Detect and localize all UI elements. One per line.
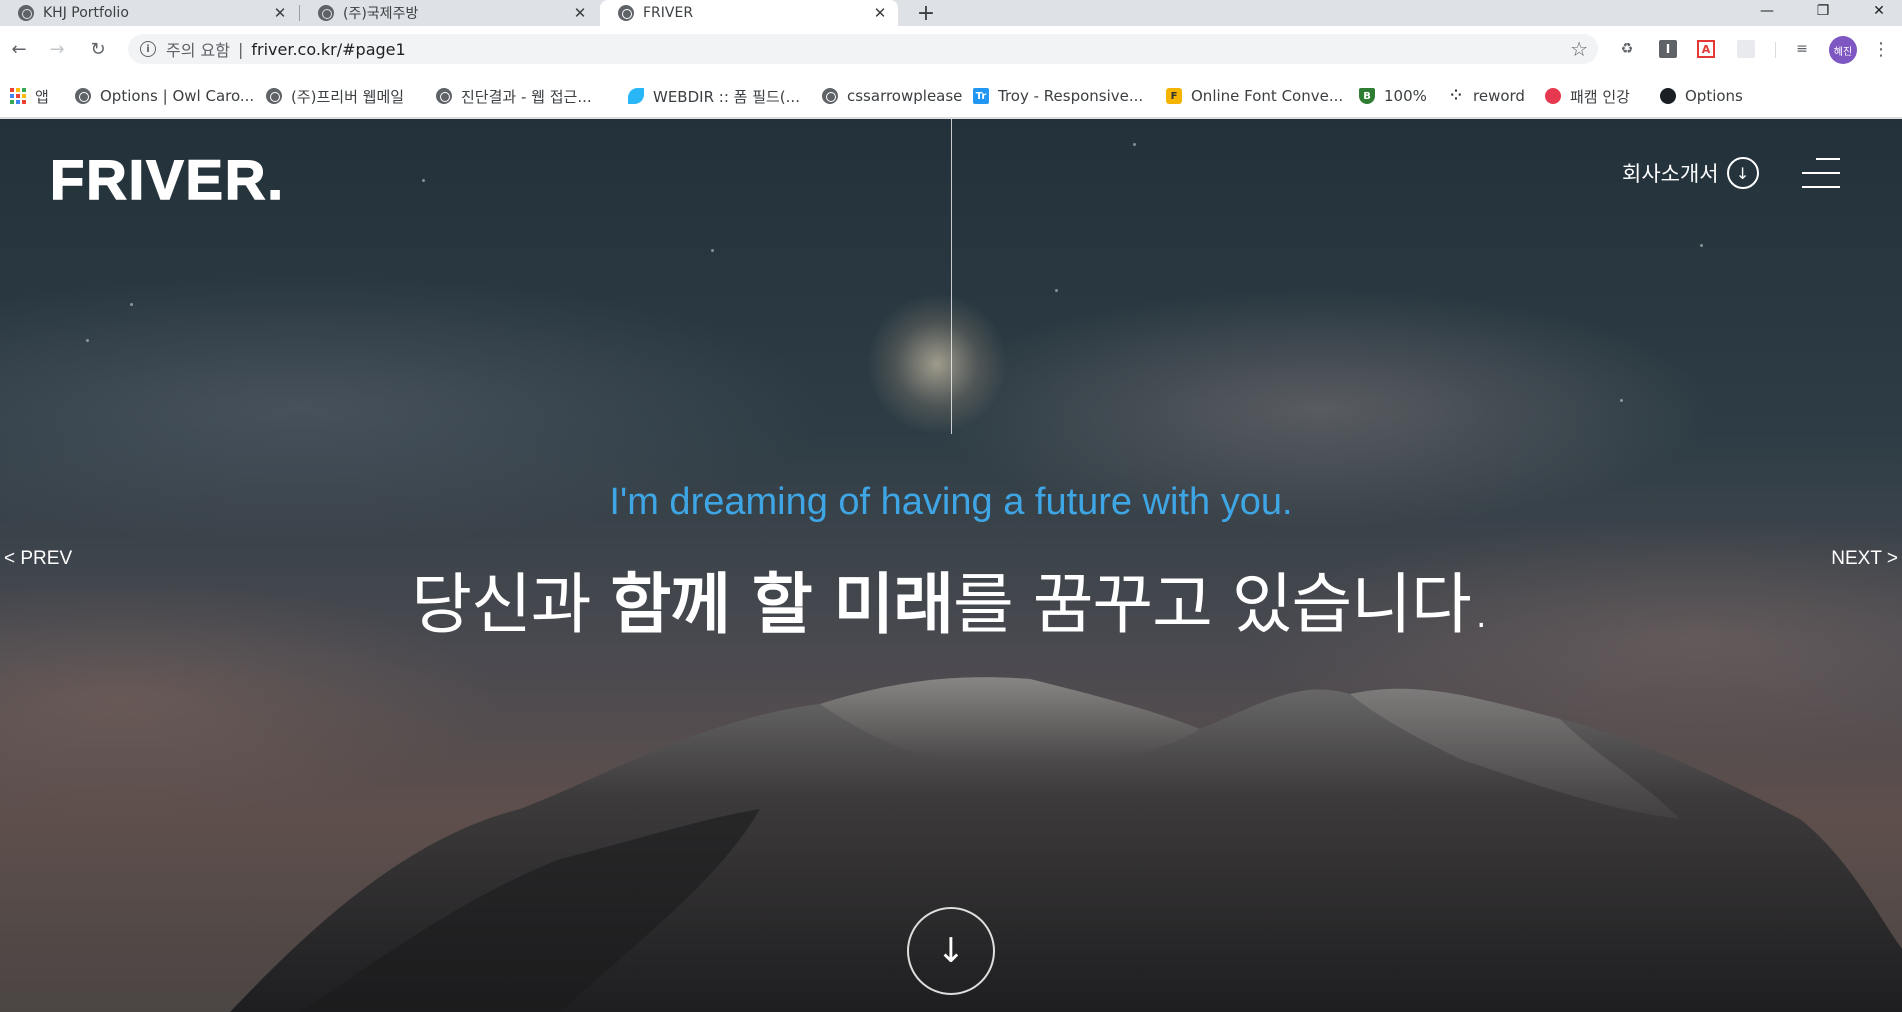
bookmark-label: Online Font Conve... — [1191, 87, 1344, 105]
url-separator: | — [237, 39, 244, 59]
recycle-extension-icon[interactable]: ♻ — [1616, 38, 1638, 60]
bookmark-star-icon[interactable]: ☆ — [1570, 37, 1588, 61]
bookmark-label: 진단결과 - 웹 접근... — [461, 87, 592, 106]
headline-bold: 함께 할 미래 — [610, 566, 954, 643]
globe-icon — [318, 5, 334, 21]
back-button[interactable]: ← — [4, 34, 34, 64]
tab-title: KHJ Portfolio — [43, 5, 129, 21]
friver-logo[interactable]: FRIVER. — [49, 147, 285, 212]
close-icon[interactable]: ✕ — [872, 4, 888, 22]
bookmark-label: Troy - Responsive... — [998, 87, 1144, 105]
new-tab-button[interactable]: + — [912, 0, 940, 26]
apps-icon — [10, 88, 26, 104]
url-text[interactable]: friver.co.kr/#page1 — [251, 40, 405, 59]
bookmark-friver-webmail[interactable]: (주)프리버 웹메일 — [266, 82, 404, 110]
company-intro-download-button[interactable]: 회사소개서 ↓ — [1622, 157, 1759, 189]
profile-avatar[interactable]: 혜진 — [1829, 36, 1857, 64]
security-label[interactable]: 주의 요함 — [166, 37, 230, 61]
reload-button[interactable]: ↻ — [83, 34, 113, 64]
globe-icon — [618, 5, 634, 21]
headline-part-1: 당신과 — [411, 566, 611, 643]
tab-title: (주)국제주방 — [343, 6, 419, 22]
hamburger-menu-button[interactable] — [1802, 158, 1840, 188]
pdf-extension-icon[interactable]: A — [1697, 40, 1715, 58]
tab-title: FRIVER — [643, 5, 694, 21]
bookmark-troy[interactable]: Tr Troy - Responsive... — [973, 82, 1143, 110]
forward-button[interactable]: → — [42, 34, 72, 64]
globe-icon — [18, 5, 34, 21]
decorative-vertical-line — [951, 119, 952, 434]
restore-button[interactable]: ❐ — [1800, 0, 1846, 22]
tr-icon: Tr — [973, 88, 989, 104]
bookmarks-bar: 앱 Options | Owl Caro... (주)프리버 웹메일 진단결과 … — [0, 82, 1902, 118]
info-icon[interactable]: i — [140, 41, 156, 57]
bookmark-diagnosis[interactable]: 진단결과 - 웹 접근... — [436, 82, 592, 110]
bookmark-fastcampus[interactable]: 패캠 인강 — [1545, 82, 1630, 110]
hero-headline: 당신과 함께 할 미래를 꿈꾸고 있습니다. — [0, 551, 1902, 647]
menu-line-icon — [1816, 158, 1840, 160]
menu-line-icon — [1802, 186, 1840, 188]
close-icon[interactable]: ✕ — [572, 4, 588, 22]
globe-icon — [266, 88, 282, 104]
bookmark-label: (주)프리버 웹메일 — [291, 87, 405, 106]
browser-menu-icon[interactable]: ⋮ — [1870, 38, 1892, 60]
tab-khj-portfolio[interactable]: KHJ Portfolio ✕ — [0, 0, 298, 26]
bookmark-label: 패캠 인강 — [1570, 87, 1630, 106]
font-icon: F — [1166, 88, 1182, 104]
github-icon — [1660, 88, 1676, 104]
hero-section: FRIVER. 회사소개서 ↓ < PREV NEXT > I'm dreami… — [0, 119, 1902, 1012]
address-bar[interactable]: i 주의 요함 | friver.co.kr/#page1 ☆ — [128, 34, 1598, 64]
company-intro-label: 회사소개서 — [1622, 162, 1719, 186]
bookmark-label: Options — [1685, 87, 1743, 105]
bookmark-label: 100% — [1384, 87, 1427, 105]
tab-strip: KHJ Portfolio ✕ (주)국제주방 ✕ FRIVER ✕ + — ❐… — [0, 0, 1902, 26]
bookmark-label: Options | Owl Caro... — [100, 87, 255, 105]
leaf-icon — [628, 88, 644, 104]
globe-icon — [822, 88, 838, 104]
bookmark-owl-carousel[interactable]: Options | Owl Caro... — [75, 82, 254, 110]
extension-blank-icon[interactable] — [1737, 40, 1755, 58]
extension-separator — [1775, 42, 1776, 58]
bookmark-apps[interactable]: 앱 — [10, 82, 49, 110]
minimize-button[interactable]: — — [1744, 0, 1790, 22]
shield-icon: B — [1359, 88, 1375, 104]
scroll-down-button[interactable]: ↓ — [907, 907, 995, 995]
close-icon[interactable]: ✕ — [272, 4, 288, 22]
bookmark-label: 앱 — [35, 87, 49, 106]
bookmark-cssarrowplease[interactable]: cssarrowplease — [822, 82, 962, 110]
bookmark-label: reword — [1473, 87, 1525, 105]
bookmark-100-percent[interactable]: B 100% — [1359, 82, 1427, 110]
bookmark-label: WEBDIR :: 폼 필드(... — [653, 87, 800, 106]
headline-part-2: 를 꿈꾸고 있습니다. — [953, 566, 1492, 643]
bookmark-label: cssarrowplease — [847, 87, 963, 105]
globe-icon — [75, 88, 91, 104]
extension-i-icon[interactable]: I — [1659, 40, 1677, 58]
globe-icon — [436, 88, 452, 104]
dots-icon: ⁘ — [1450, 88, 1462, 104]
tab-friver[interactable]: FRIVER ✕ — [600, 0, 898, 26]
bookmark-font-converter[interactable]: F Online Font Conve... — [1166, 82, 1343, 110]
bookmark-reword[interactable]: ⁘ reword — [1448, 82, 1525, 110]
media-playlist-icon[interactable]: ≡ — [1791, 38, 1813, 60]
fastcampus-icon — [1545, 88, 1561, 104]
tab-kukje[interactable]: (주)국제주방 ✕ — [300, 0, 598, 26]
window-close-button[interactable]: ✕ — [1856, 0, 1902, 22]
download-icon: ↓ — [1726, 157, 1759, 189]
hero-subtitle: I'm dreaming of having a future with you… — [609, 481, 1293, 523]
bookmark-webdir[interactable]: WEBDIR :: 폼 필드(... — [628, 82, 800, 110]
bookmark-options-github[interactable]: Options — [1660, 82, 1743, 110]
menu-line-icon — [1802, 172, 1840, 174]
browser-toolbar: ← → ↻ i 주의 요함 | friver.co.kr/#page1 ☆ ♻ … — [0, 26, 1902, 82]
